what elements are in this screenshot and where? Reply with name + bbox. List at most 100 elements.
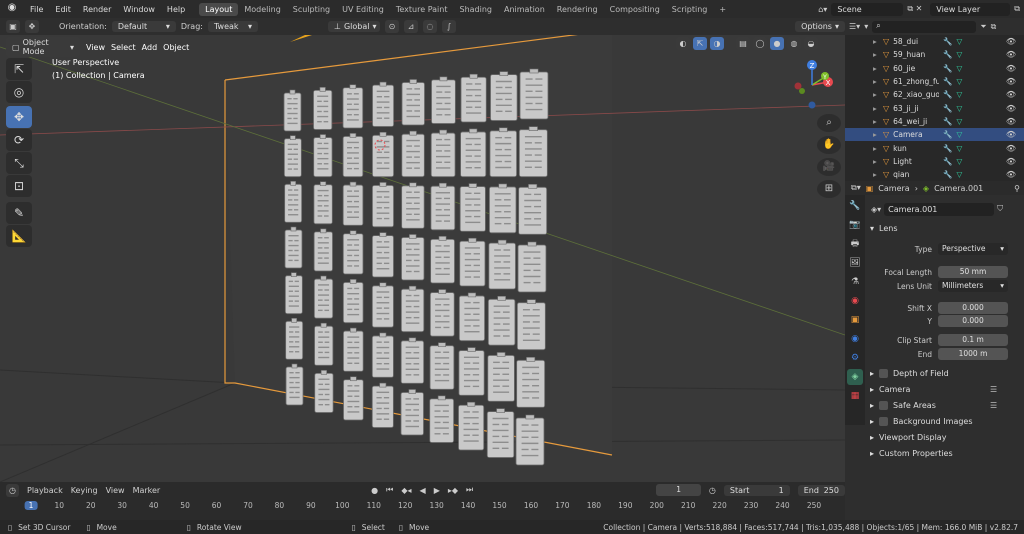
eye-icon[interactable]: 👁 [1006, 157, 1016, 166]
pivot-icon[interactable]: ⊙ [384, 20, 399, 33]
menu-view[interactable]: View [86, 43, 105, 52]
pan-hand-icon[interactable]: ✋ [817, 136, 841, 154]
scene-field[interactable]: Scene [831, 2, 904, 16]
background-images-section[interactable]: ▸ Background Images [870, 417, 973, 426]
view-layer-field[interactable]: View Layer [930, 2, 1011, 16]
tab-modeling[interactable]: Modeling [238, 3, 286, 16]
eye-icon[interactable]: 👁 [1006, 77, 1016, 86]
outliner-row[interactable]: ▸ ▽ 60_jie 🔧 ▽ 👁 [845, 62, 1024, 75]
outliner-search-input[interactable]: ⌕ [872, 20, 977, 33]
outliner-row[interactable]: ▸ ▽ 64_wei_ji 🔧 ▽ 👁 [845, 115, 1024, 128]
gizmo-toggle-icon[interactable]: ⇱ [693, 37, 707, 50]
safe-areas-checkbox[interactable] [879, 401, 889, 410]
select-box-tool[interactable]: ⇱ [6, 58, 32, 80]
end-frame-field[interactable]: End 250 [797, 484, 845, 496]
start-frame-field[interactable]: Start 1 [723, 484, 790, 496]
shift-y-field[interactable]: 0.000 [938, 315, 1008, 327]
tool-tab-icon[interactable]: 🔧 [847, 198, 863, 214]
scene-options-icon[interactable]: ⧉ ✕ [907, 4, 922, 14]
zoom-icon[interactable]: ⌕ [817, 114, 841, 132]
eye-icon[interactable]: 👁 [1006, 144, 1016, 153]
camera-section[interactable]: ▸ Camera [870, 385, 910, 394]
move-tool[interactable]: ✥ [6, 106, 32, 128]
scene-icon[interactable]: ⌂▾ [818, 5, 827, 14]
datablock-name-field[interactable]: Camera.001 [884, 202, 995, 216]
stopwatch-icon[interactable]: ◷ [709, 486, 716, 495]
measure-tool[interactable]: 📐 [6, 225, 32, 247]
scale-tool[interactable]: ⤡ [6, 152, 32, 174]
depth-of-field-section[interactable]: ▸ Depth of Field [870, 369, 949, 378]
select-box-icon[interactable]: ▣ [6, 20, 20, 33]
next-keyframe-icon[interactable]: ▸◆ [448, 486, 458, 495]
outliner-row[interactable]: ▸ ▽ kun 🔧 ▽ 👁 [845, 141, 1024, 154]
eye-icon[interactable]: 👁 [1006, 37, 1016, 46]
material-shading-icon[interactable]: ◍ [787, 37, 801, 50]
expand-right-icon[interactable]: ▸ [873, 50, 877, 59]
background-images-checkbox[interactable] [879, 417, 889, 426]
render-tab-icon[interactable]: 📷 [847, 217, 863, 233]
clip-end-field[interactable]: 1000 m [938, 348, 1008, 360]
expand-right-icon[interactable]: ▸ [873, 157, 877, 166]
outliner-row[interactable]: ▸ ▽ qian 🔧 ▽ 👁 [845, 168, 1024, 181]
viewport-display-section[interactable]: ▸ Viewport Display [870, 433, 946, 442]
lens-section-header[interactable]: ▾ Lens [870, 224, 898, 233]
jump-end-icon[interactable]: ⏭ [466, 485, 473, 495]
camera-data-icon[interactable]: ◈▾ [871, 205, 881, 214]
expand-right-icon[interactable]: ▸ [873, 117, 877, 126]
menu-edit[interactable]: Edit [49, 5, 77, 14]
transform-orientation-dropdown[interactable]: ⊥ Global ▾ [327, 21, 380, 32]
jump-start-icon[interactable]: ⏮ [386, 485, 393, 495]
shift-x-field[interactable]: 0.000 [938, 302, 1008, 314]
camera-view-icon[interactable]: 🎥 [817, 158, 841, 176]
tab-scripting[interactable]: Scripting [666, 3, 714, 16]
expand-right-icon[interactable]: ▸ [873, 37, 877, 46]
menu-select[interactable]: Select [111, 43, 136, 52]
expand-right-icon[interactable]: ▸ [873, 144, 877, 153]
record-icon[interactable]: ● [371, 486, 378, 495]
menu-file[interactable]: File [24, 5, 49, 14]
current-frame-field[interactable]: 1 [656, 484, 701, 496]
navigation-gizmo[interactable]: Z X Y [790, 57, 840, 113]
eye-icon[interactable]: 👁 [1006, 170, 1016, 179]
tab-compositing[interactable]: Compositing [604, 3, 666, 16]
eye-icon[interactable]: 👁 [1006, 117, 1016, 126]
new-collection-icon[interactable]: ⧉ [991, 22, 997, 32]
tab-texture-paint[interactable]: Texture Paint [390, 3, 454, 16]
outliner-row[interactable]: ▸ ▽ Light 🔧 ▽ 👁 [845, 155, 1024, 168]
outliner-row[interactable]: ▸ ▽ 63_ji_ji 🔧 ▽ 👁 [845, 101, 1024, 114]
play-reverse-icon[interactable]: ◀ [420, 486, 426, 495]
grid-view-icon[interactable]: ⊞ [817, 180, 841, 198]
menu-render[interactable]: Render [77, 5, 117, 14]
tab-sculpting[interactable]: Sculpting [287, 3, 336, 16]
marker-menu[interactable]: Marker [133, 486, 161, 495]
visibility-icon[interactable]: ◐ [676, 37, 690, 50]
playback-menu[interactable]: Playback [27, 486, 63, 495]
outliner-row[interactable]: ▸ ▽ 62_xiao_guo 🔧 ▽ 👁 [845, 88, 1024, 101]
rendered-shading-icon[interactable]: ◒ [804, 37, 818, 50]
add-workspace-button[interactable]: + [713, 3, 732, 16]
prev-keyframe-icon[interactable]: ◆◂ [401, 486, 411, 495]
menu-help[interactable]: Help [161, 5, 191, 14]
outliner-row[interactable]: ▸ ▽ 59_huan 🔧 ▽ 👁 [845, 48, 1024, 61]
annotate-tool[interactable]: ✎ [6, 202, 32, 224]
transform-tool[interactable]: ⊡ [6, 175, 32, 197]
outliner-editor-icon[interactable]: ☰▾ [849, 22, 860, 31]
wireframe-shading-icon[interactable]: ◯ [753, 37, 767, 50]
camera-data-tab-icon[interactable]: ◈ [847, 369, 863, 385]
xray-icon[interactable]: ▤ [736, 37, 750, 50]
blender-logo-icon[interactable]: ◉ [4, 2, 20, 16]
expand-right-icon[interactable]: ▸ [873, 77, 877, 86]
clock-icon[interactable]: ◷ [6, 483, 19, 497]
snap-icon[interactable]: ⊿ [403, 20, 418, 33]
menu-window[interactable]: Window [117, 5, 161, 14]
outliner-row[interactable]: ▸ ▽ 58_dui 🔧 ▽ 👁 [845, 35, 1024, 48]
view-menu[interactable]: View [106, 486, 125, 495]
menu-object[interactable]: Object [163, 43, 189, 52]
cursor-tool[interactable]: ◎ [6, 81, 32, 103]
play-icon[interactable]: ▶ [434, 486, 440, 495]
falloff-icon[interactable]: ∫ [441, 20, 456, 33]
drag-dropdown[interactable]: Tweak ▾ [207, 21, 258, 32]
eye-icon[interactable]: 👁 [1006, 104, 1016, 113]
timeline-ruler[interactable]: 1 10 20 30 40 50 60 70 80 90 100 110 120 130 140 150 160… [0, 499, 845, 513]
tab-uv-editing[interactable]: UV Editing [336, 3, 390, 16]
